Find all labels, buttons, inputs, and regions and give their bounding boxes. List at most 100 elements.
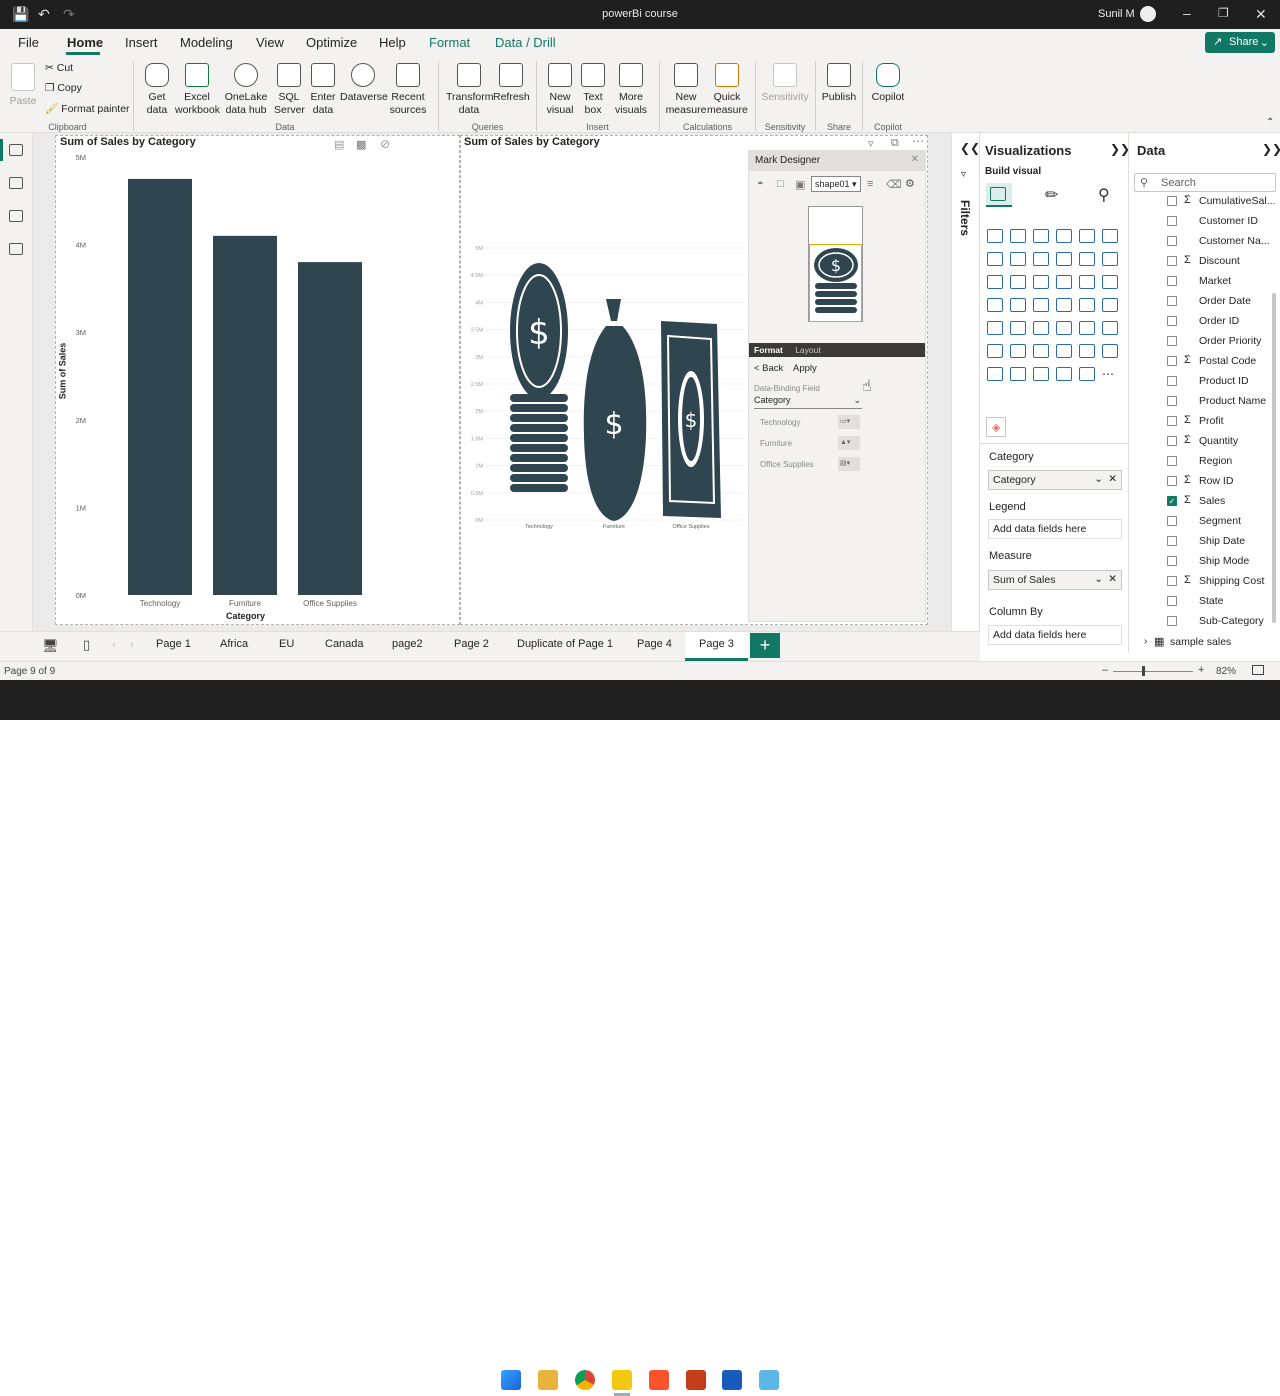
r-script-visual-icon[interactable]: [987, 344, 1003, 358]
sensitivity-button[interactable]: Sensitivity: [760, 63, 810, 104]
tab-page-1[interactable]: Page 1: [156, 638, 191, 650]
field-ship-date[interactable]: Ship Date: [1129, 532, 1277, 552]
powerbi-icon[interactable]: [612, 1370, 632, 1390]
stacked-column-visual-icon[interactable]: [1010, 229, 1026, 243]
menu-data-drill[interactable]: Data / Drill: [495, 35, 556, 50]
matrix-visual-icon[interactable]: [1102, 321, 1118, 335]
menu-file[interactable]: File: [18, 35, 39, 50]
map-visual-icon[interactable]: [1010, 298, 1026, 312]
line-column-visual-icon[interactable]: [1079, 252, 1095, 266]
mobile-layout-icon[interactable]: ▯: [83, 637, 90, 653]
field-checkbox[interactable]: [1167, 356, 1177, 366]
filled-map-visual-icon[interactable]: [1033, 298, 1049, 312]
pie-visual-icon[interactable]: [1079, 275, 1095, 289]
share-button[interactable]: Share ⌄ ↗: [1205, 32, 1275, 53]
word-icon[interactable]: [722, 1370, 742, 1390]
table-name[interactable]: sample sales: [1170, 636, 1231, 648]
key-influencers-visual-icon[interactable]: [1033, 344, 1049, 358]
field-segment[interactable]: Segment: [1129, 512, 1277, 532]
filters-label[interactable]: Filters: [958, 200, 972, 236]
visual-bar-chart[interactable]: Sum of Sales by Category ▤ ▩ ⊘ 0M 1M 2M 3M 4…: [55, 135, 460, 625]
clustered-column-visual-icon[interactable]: [1056, 229, 1072, 243]
field-cumulativesal-[interactable]: Σ CumulativeSal...: [1129, 192, 1277, 212]
mark-preview[interactable]: $: [808, 206, 863, 322]
shape-picker-furniture[interactable]: ▲▾: [838, 436, 860, 450]
power-apps-visual-icon[interactable]: [1033, 367, 1049, 381]
funnel-visual-icon[interactable]: [1033, 275, 1049, 289]
field-checkbox[interactable]: ✓: [1167, 496, 1177, 506]
zoom-in-icon[interactable]: +: [1198, 664, 1204, 676]
windows-start-icon[interactable]: [501, 1370, 521, 1390]
tab-canada[interactable]: Canada: [325, 638, 364, 650]
well-legend-drop[interactable]: Add data fields here: [988, 519, 1122, 539]
crop-icon[interactable]: □: [777, 178, 784, 190]
minimize-icon[interactable]: –: [1183, 5, 1191, 21]
add-page-button[interactable]: +: [750, 633, 780, 658]
field-checkbox[interactable]: [1167, 316, 1177, 326]
get-data-button[interactable]: Get data: [140, 63, 174, 117]
field-checkbox[interactable]: [1167, 296, 1177, 306]
field-checkbox[interactable]: [1167, 516, 1177, 526]
shape-map-visual-icon[interactable]: [1056, 298, 1072, 312]
zoom-out-icon[interactable]: –: [1102, 664, 1108, 676]
recent-sources-button[interactable]: Recent sources: [386, 63, 430, 117]
menu-insert[interactable]: Insert: [125, 35, 158, 50]
field-product-name[interactable]: Product Name: [1129, 392, 1277, 412]
analytics-icon[interactable]: ⚲: [1098, 185, 1110, 205]
paste-button[interactable]: Paste: [8, 63, 38, 108]
powerpoint-icon[interactable]: [686, 1370, 706, 1390]
onelake-button[interactable]: OneLake data hub: [222, 63, 270, 117]
field-checkbox[interactable]: [1167, 196, 1177, 206]
field-checkbox[interactable]: [1167, 536, 1177, 546]
dax-query-icon[interactable]: [9, 243, 23, 255]
qa-visual-icon[interactable]: [1079, 344, 1095, 358]
back-button[interactable]: < Back: [754, 363, 783, 374]
binding-field-select[interactable]: Category ⌄: [754, 395, 862, 409]
field-product-id[interactable]: Product ID: [1129, 372, 1277, 392]
transform-data-button[interactable]: Transform data: [446, 63, 493, 117]
menu-modeling[interactable]: Modeling: [180, 35, 233, 50]
zoom-thumb[interactable]: [1142, 666, 1145, 676]
tab-africa[interactable]: Africa: [220, 638, 248, 650]
field-checkbox[interactable]: [1167, 556, 1177, 566]
100-bar-visual-icon[interactable]: [1079, 229, 1095, 243]
custom-visual-button[interactable]: ◈: [986, 417, 1006, 437]
collapse-ribbon-icon[interactable]: ⌃: [1266, 117, 1274, 128]
field-region[interactable]: Region: [1129, 452, 1277, 472]
card-visual-icon[interactable]: [987, 321, 1003, 335]
new-measure-button[interactable]: New measure: [665, 63, 707, 117]
chrome-icon[interactable]: [575, 1370, 595, 1390]
scrollbar[interactable]: [1272, 293, 1276, 623]
menu-optimize[interactable]: Optimize: [306, 35, 357, 50]
well-column-by-drop[interactable]: Add data fields here: [988, 625, 1122, 645]
field-order-date[interactable]: Order Date: [1129, 292, 1277, 312]
menu-help[interactable]: Help: [379, 35, 406, 50]
close-icon[interactable]: ✕: [1255, 6, 1267, 23]
desktop-layout-icon[interactable]: 🖥: [42, 638, 59, 654]
tab-duplicate-of-page-1[interactable]: Duplicate of Page 1: [517, 638, 613, 650]
field-checkbox[interactable]: [1167, 256, 1177, 266]
filters-pane-collapsed[interactable]: ❮❮ ▿ Filters: [951, 133, 980, 631]
format-visual-icon[interactable]: ✏: [1045, 185, 1058, 205]
data-search-box[interactable]: ⚲ Search: [1134, 173, 1276, 192]
expand-right-icon[interactable]: ❯❯: [1262, 142, 1280, 156]
table-visual-icon[interactable]: [1079, 321, 1095, 335]
field-checkbox[interactable]: [1167, 336, 1177, 346]
report-view-icon[interactable]: [9, 144, 23, 156]
collapse-left-icon[interactable]: ❮❮: [960, 141, 980, 155]
build-visual-tab[interactable]: [986, 183, 1012, 207]
field-shipping-cost[interactable]: Σ Shipping Cost: [1129, 572, 1277, 592]
field-customer-na-[interactable]: Customer Na...: [1129, 232, 1277, 252]
metrics-visual-icon[interactable]: [1010, 367, 1026, 381]
field-sub-category[interactable]: Sub-Category: [1129, 612, 1277, 632]
model-view-icon[interactable]: [9, 210, 23, 222]
field-ship-mode[interactable]: Ship Mode: [1129, 552, 1277, 572]
maximize-icon[interactable]: ❐: [1218, 6, 1229, 20]
field-checkbox[interactable]: [1167, 616, 1177, 626]
expand-table-icon[interactable]: ›: [1144, 636, 1147, 647]
scatter-visual-icon[interactable]: [1056, 275, 1072, 289]
layers-icon[interactable]: ≡: [867, 178, 873, 190]
select-icon[interactable]: ◓: [757, 178, 764, 190]
field-state[interactable]: State: [1129, 592, 1277, 612]
waterfall-visual-icon[interactable]: [1010, 275, 1026, 289]
